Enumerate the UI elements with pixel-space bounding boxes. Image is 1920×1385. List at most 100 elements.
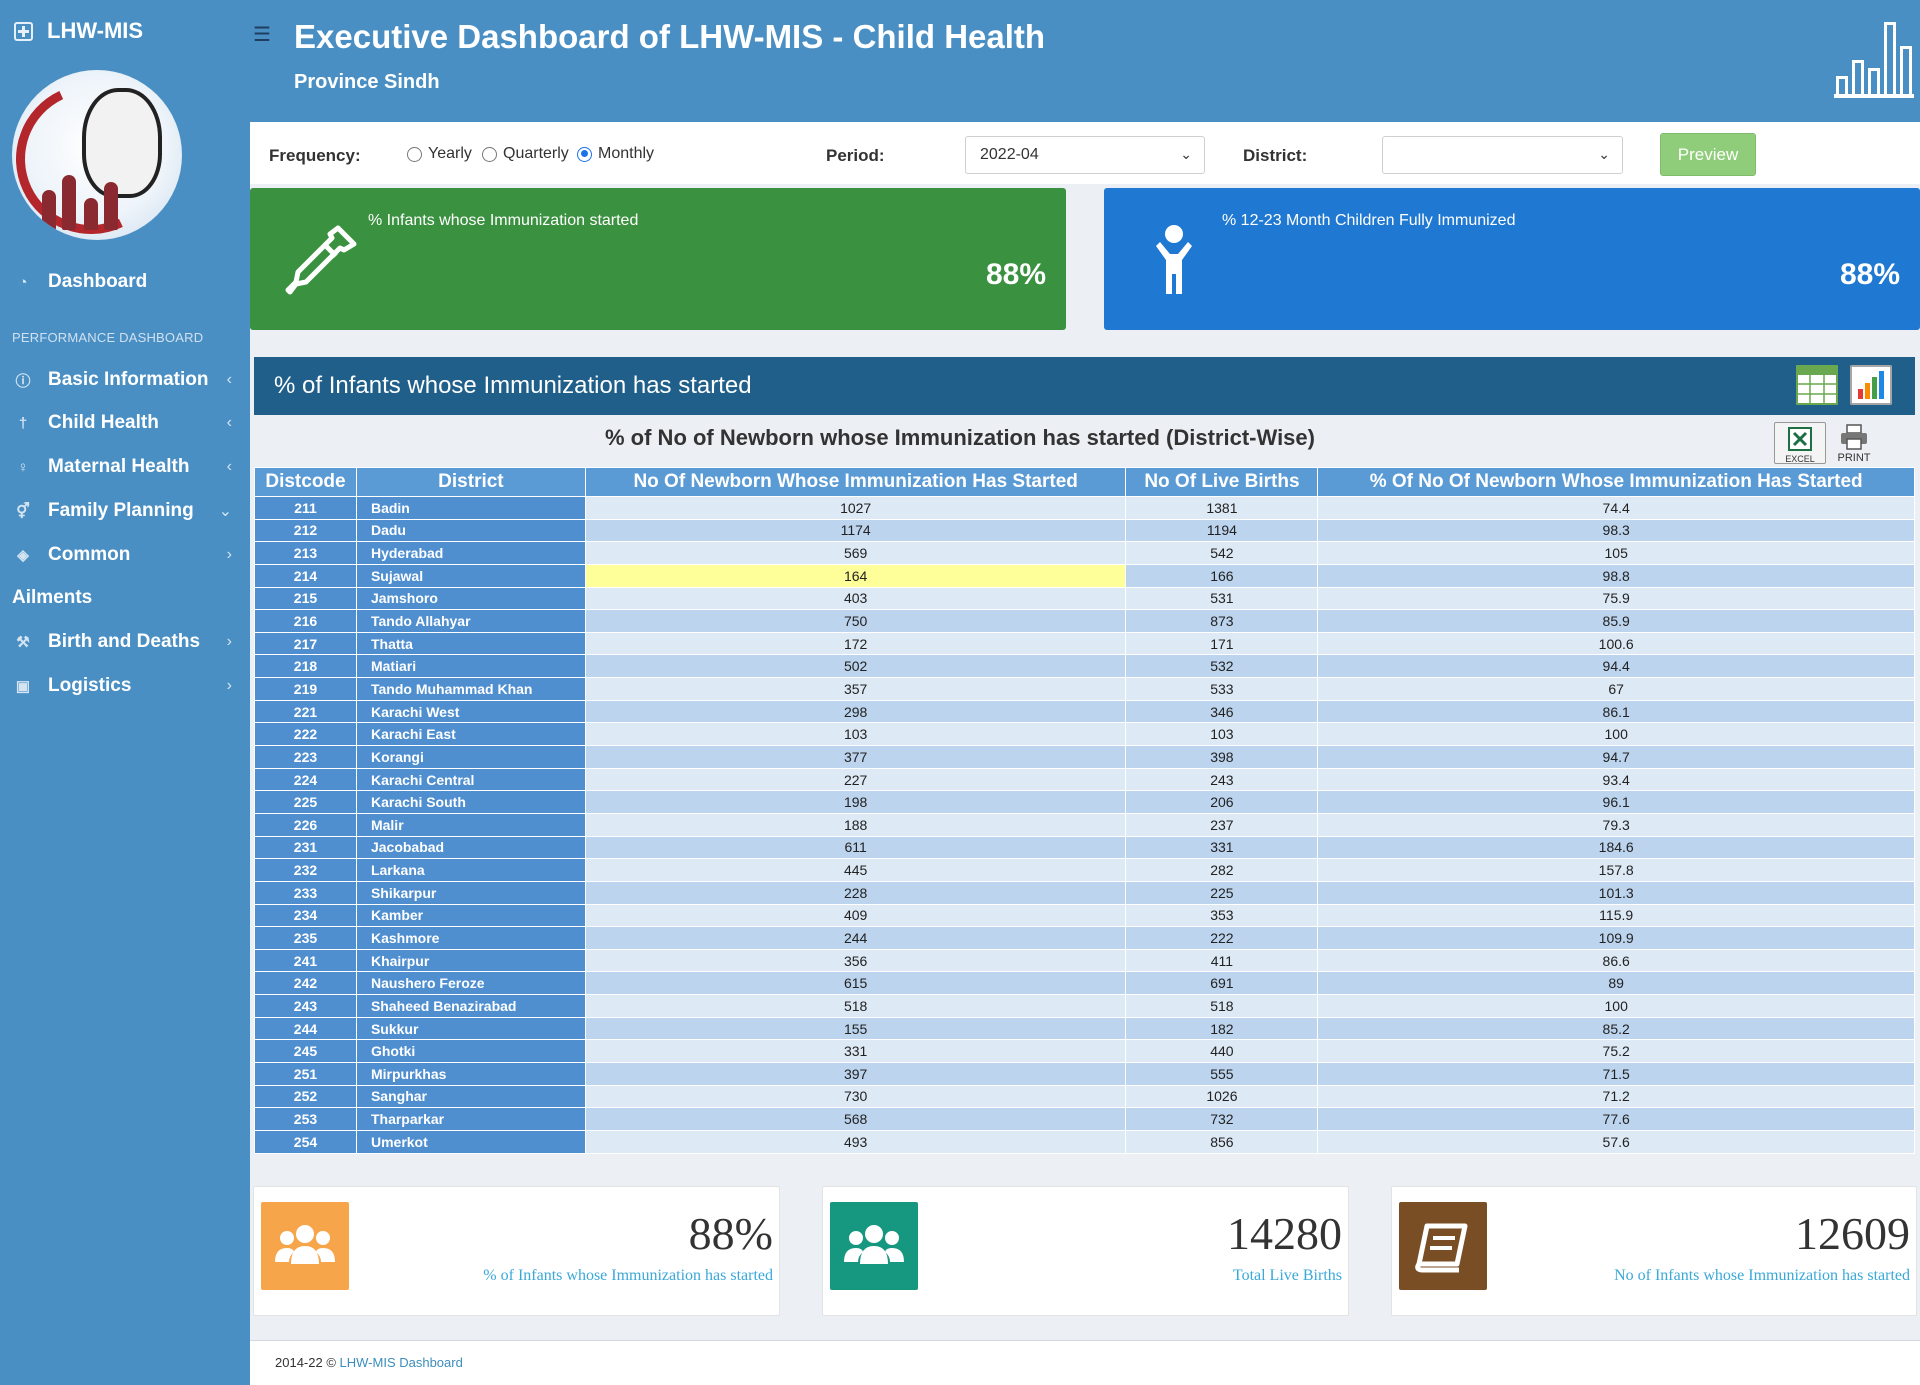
immunization-started-cell: 445 (584, 858, 1127, 882)
radio-yearly[interactable]: Yearly (407, 145, 472, 163)
immunization-started-cell: 331 (584, 1039, 1127, 1064)
district-cell: Shikarpur (355, 880, 586, 905)
sidebar-item-maternal-health[interactable]: ♀ Maternal Health ‹ (0, 447, 250, 487)
percent-cell: 71.5 (1317, 1062, 1915, 1086)
district-cell: Karachi South (355, 790, 586, 814)
distcode-cell: 213 (254, 541, 357, 565)
preview-button[interactable]: Preview (1660, 133, 1756, 176)
radio-selected-icon (577, 146, 592, 162)
percent-cell: 89 (1317, 971, 1915, 996)
district-cell: Karachi West (355, 699, 586, 724)
sidebar-item-birth-and-deaths[interactable]: ⚒ Birth and Deaths › (0, 622, 250, 662)
panel-title: % of Infants whose Immunization has star… (274, 372, 752, 399)
sidebar: LHW-MIS ◔ Dashboard PERFORMANCE DASHBOAR… (0, 0, 250, 1385)
table-row: 222 Karachi East 103 103 100 (254, 722, 1915, 747)
district-cell: Dadu (355, 518, 586, 543)
live-births-cell: 206 (1125, 790, 1319, 814)
district-cell: Karachi Central (355, 767, 586, 792)
page-title: Executive Dashboard of LHW-MIS - Child H… (294, 18, 1046, 55)
chart-view-icon[interactable] (1850, 365, 1892, 405)
district-cell: Korangi (355, 745, 586, 769)
immunization-started-cell: 377 (584, 745, 1127, 769)
table-header-row: Distcode District No Of Newborn Whose Im… (254, 467, 1915, 497)
sidebar-item-label: Child Health (48, 412, 159, 433)
live-births-cell: 691 (1125, 971, 1319, 996)
sidebar-item-child-health[interactable]: † Child Health ‹ (0, 403, 250, 443)
immunization-started-cell: 518 (584, 994, 1127, 1018)
district-cell: Larkana (355, 858, 586, 882)
district-cell: Sanghar (355, 1084, 586, 1109)
excel-export-button[interactable]: EXCEL (1774, 422, 1826, 464)
info-icon: ⓘ (15, 372, 31, 390)
info-value: 14280 (1227, 1208, 1342, 1259)
sidebar-item-label: Common (48, 544, 131, 565)
chevron-left-icon: ‹ (226, 371, 232, 388)
print-button[interactable]: PRINT (1828, 422, 1880, 464)
radio-circle-icon (407, 146, 422, 162)
distcode-cell: 214 (254, 563, 357, 588)
live-births-cell: 732 (1125, 1107, 1319, 1131)
sidebar-item-family-planning[interactable]: ⚥ Family Planning ⌄ (0, 491, 250, 531)
district-cell: Shaheed Benazirabad (355, 994, 586, 1018)
sidebar-item-logistics[interactable]: ▣ Logistics › (0, 666, 250, 706)
printer-icon (1841, 424, 1867, 450)
immunization-started-cell: 227 (584, 767, 1127, 792)
table-title: % of No of Newborn whose Immunization ha… (605, 425, 1315, 450)
percent-cell: 94.4 (1317, 654, 1915, 679)
sidebar-item-basic-information[interactable]: ⓘ Basic Information ‹ (0, 360, 250, 400)
live-births-cell: 398 (1125, 745, 1319, 769)
percent-cell: 67 (1317, 677, 1915, 701)
kpi-fully-immunized: % 12-23 Month Children Fully Immunized 8… (1104, 188, 1920, 330)
table-row: 214 Sujawal 164 166 98.8 (254, 563, 1915, 588)
sidebar-toggle-icon[interactable]: ☰ (253, 22, 271, 47)
live-births-cell: 856 (1125, 1129, 1319, 1154)
live-births-cell: 346 (1125, 699, 1319, 724)
district-cell: Matiari (355, 654, 586, 679)
brand[interactable]: LHW-MIS (14, 18, 143, 44)
info-box-infants-started: 12609 No of Infants whose Immunization h… (1391, 1186, 1917, 1316)
radio-label: Monthly (598, 145, 655, 162)
radio-quarterly[interactable]: Quarterly (482, 145, 569, 163)
col-header-live-births[interactable]: No Of Live Births (1125, 467, 1319, 497)
lhw-logo (12, 70, 182, 240)
col-header-percent[interactable]: % Of No Of Newborn Whose Immunization Ha… (1317, 467, 1915, 497)
live-births-cell: 225 (1125, 880, 1319, 905)
district-cell: Khairpur (355, 948, 586, 973)
sidebar-item-ailments[interactable]: Ailments (0, 578, 250, 618)
district-select[interactable]: ⌄ (1382, 136, 1623, 174)
sidebar-item-common[interactable]: ◈ Common › (0, 535, 250, 575)
district-cell: Badin (355, 496, 586, 520)
users-icon (830, 1202, 918, 1290)
period-select[interactable]: 2022-04 ⌄ (965, 136, 1205, 174)
gender-icon: ⚥ (16, 503, 30, 520)
table-view-icon[interactable] (1796, 365, 1838, 405)
kpi-value: 88% (1839, 258, 1900, 291)
table-row: 215 Jamshoro 403 531 75.9 (254, 586, 1915, 611)
distcode-cell: 244 (254, 1016, 357, 1041)
table-row: 244 Sukkur 155 182 85.2 (254, 1016, 1915, 1041)
percent-cell: 86.1 (1317, 699, 1915, 724)
immunization-started-cell: 403 (584, 586, 1127, 611)
percent-cell: 75.9 (1317, 586, 1915, 611)
sidebar-item-dashboard[interactable]: ◔ Dashboard (0, 262, 250, 302)
table-row: 225 Karachi South 198 206 96.1 (254, 790, 1915, 814)
radio-monthly[interactable]: Monthly (577, 145, 654, 163)
live-births-cell: 542 (1125, 541, 1319, 565)
col-header-distcode[interactable]: Distcode (254, 467, 357, 497)
distcode-cell: 253 (254, 1107, 357, 1131)
col-header-immunization-started[interactable]: No Of Newborn Whose Immunization Has Sta… (584, 467, 1127, 497)
district-cell: Jamshoro (355, 586, 586, 611)
percent-cell: 79.3 (1317, 812, 1915, 837)
kpi-label: % Infants whose Immunization started (368, 212, 639, 229)
immunization-started-cell: 155 (584, 1016, 1127, 1041)
col-header-district[interactable]: District (355, 467, 586, 497)
info-box-percent: 88% % of Infants whose Immunization has … (253, 1186, 780, 1316)
immunization-started-cell: 611 (584, 835, 1127, 860)
distcode-cell: 219 (254, 677, 357, 701)
footer-link[interactable]: LHW-MIS Dashboard (340, 1355, 463, 1370)
district-cell: Karachi East (355, 722, 586, 747)
distcode-cell: 211 (254, 496, 357, 520)
district-cell: Malir (355, 812, 586, 837)
percent-cell: 75.2 (1317, 1039, 1915, 1064)
live-births-cell: 411 (1125, 948, 1319, 973)
